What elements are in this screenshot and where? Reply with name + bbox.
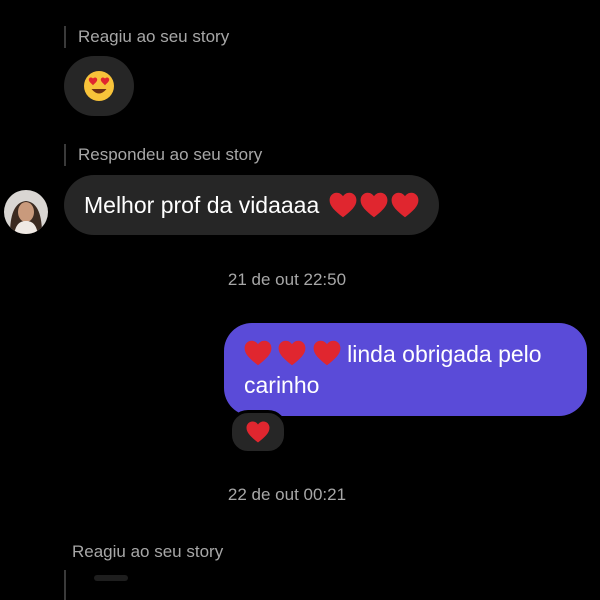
- heart-icon: [313, 340, 341, 366]
- incoming-message-bubble[interactable]: Melhor prof da vidaaaa: [64, 175, 440, 235]
- outgoing-message-text: linda obrigada pelo: [347, 341, 542, 367]
- timestamp: 21 de out 22:50: [227, 270, 347, 289]
- heart-eyes-emoji-icon: [84, 71, 114, 101]
- heart-icon: [278, 340, 306, 366]
- avatar[interactable]: [4, 190, 48, 234]
- story-reaction-label: Reagiu ao seu story: [72, 542, 224, 561]
- story-reaction-context: Reagiu ao seu story: [64, 26, 229, 48]
- outgoing-message-line-2: carinho: [244, 372, 320, 398]
- quote-bar: [64, 144, 66, 166]
- timestamp: 22 de out 00:21: [227, 485, 347, 504]
- heart-icon: [329, 192, 357, 218]
- heart-emojis: [329, 192, 419, 218]
- story-reaction-context: Reagiu ao seu story: [72, 542, 223, 562]
- heart-reaction-icon: [246, 421, 270, 443]
- quote-bar: [64, 26, 66, 48]
- chat-thread: Reagiu ao seu story Respondeu ao seu sto…: [0, 0, 600, 600]
- heart-icon: [360, 192, 388, 218]
- story-reply-context: Respondeu ao seu story: [64, 144, 262, 166]
- incoming-message-text: Melhor prof da vidaaaa: [84, 191, 320, 218]
- heart-icon: [244, 340, 272, 366]
- quote-bar: [64, 570, 66, 600]
- reaction-emoji-bubble[interactable]: [64, 56, 134, 116]
- message-reaction[interactable]: [229, 410, 287, 454]
- story-preview-thumbnail[interactable]: [94, 575, 128, 581]
- outgoing-message-line-1: linda obrigada pelo: [244, 339, 567, 370]
- story-reaction-label: Reagiu ao seu story: [78, 27, 230, 46]
- outgoing-message-bubble[interactable]: linda obrigada pelo carinho: [224, 323, 587, 416]
- avatar-photo: [4, 190, 48, 234]
- heart-icon: [391, 192, 419, 218]
- story-reply-label: Respondeu ao seu story: [78, 145, 263, 164]
